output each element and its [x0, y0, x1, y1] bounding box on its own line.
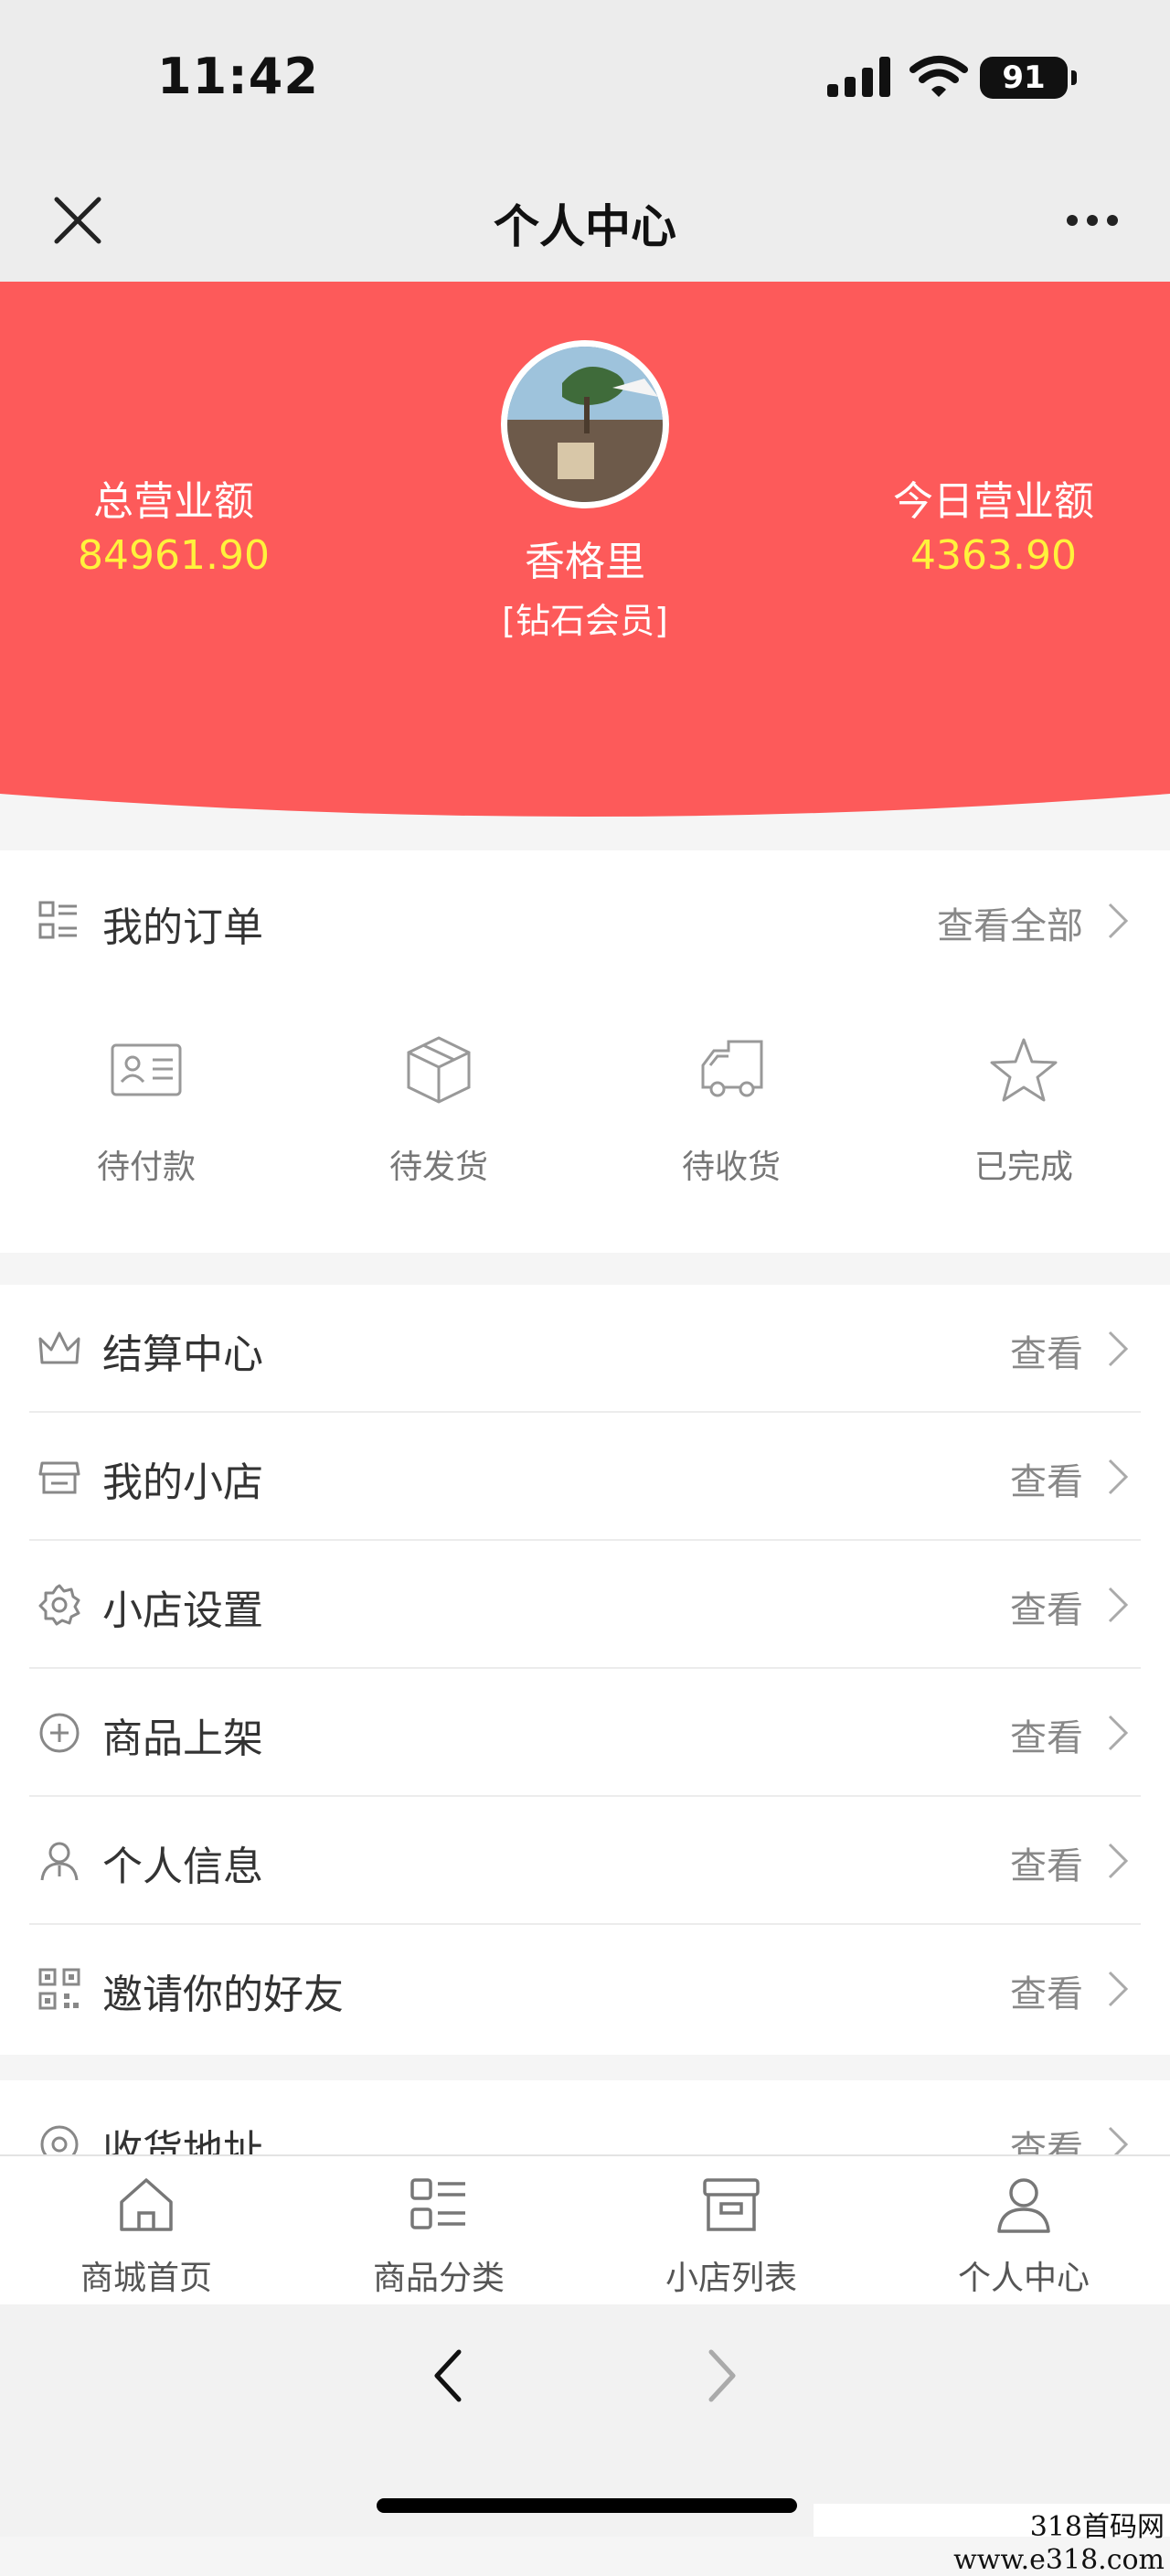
battery-indicator: 91: [980, 57, 1077, 99]
menu-label: 个人信息: [102, 1844, 263, 1890]
order-pending-shipment[interactable]: 待发货: [292, 1029, 585, 1188]
avatar-photo-icon: [507, 347, 663, 502]
menu-row-invite-friends[interactable]: 邀请你的好友 查看: [0, 1925, 1170, 2053]
total-revenue-value: 84961.90: [78, 532, 270, 579]
total-revenue-label: 总营业额: [93, 478, 254, 525]
menu-link[interactable]: 查看: [914, 1580, 1083, 1633]
orders-list-icon: [38, 901, 77, 939]
tab-label: 个人中心: [957, 2260, 1090, 2297]
menu-row-address[interactable]: 收货地址 查看: [0, 2080, 1170, 2154]
chevron-right-icon: [1108, 2126, 1129, 2154]
menu-row-store-settings[interactable]: 小店设置 查看: [0, 1541, 1170, 1669]
shop-list-icon: [703, 2178, 760, 2231]
forward-icon[interactable]: [704, 2348, 740, 2403]
today-revenue-value: 4363.90: [910, 532, 1077, 579]
home-indicator: [377, 2498, 797, 2513]
orders-view-all[interactable]: 查看全部: [823, 896, 1083, 949]
order-completed[interactable]: 已完成: [878, 1029, 1170, 1188]
wifi-icon: [909, 56, 968, 97]
order-pending-receipt[interactable]: 待收货: [585, 1029, 878, 1188]
tab-profile[interactable]: 个人中心: [878, 2173, 1170, 2299]
crown-icon: [38, 1331, 80, 1364]
chevron-right-icon: [1108, 1587, 1129, 1623]
orders-title: 我的订单: [102, 904, 263, 951]
watermark: 318首码网 www.e318.com: [814, 2504, 1170, 2576]
order-label: 待发货: [388, 1149, 488, 1186]
tab-label: 商品分类: [372, 2260, 505, 2297]
gear-icon: [38, 1584, 80, 1626]
plus-circle-icon: [39, 1713, 80, 1753]
tab-category[interactable]: 商品分类: [292, 2173, 585, 2299]
menu-label: 商品上架: [102, 1716, 263, 1762]
menu-label: 小店设置: [102, 1587, 263, 1634]
menu-label: 收货地址: [102, 2127, 263, 2154]
store-icon: [38, 1461, 80, 1494]
order-label: 待收货: [681, 1149, 781, 1186]
menu-label: 邀请你的好友: [102, 1972, 344, 2018]
chevron-right-icon: [1108, 1843, 1129, 1879]
chevron-right-icon: [1108, 1459, 1129, 1495]
tab-label: 小店列表: [665, 2260, 797, 2297]
status-time: 11:42: [157, 48, 319, 105]
user-icon: [40, 1842, 79, 1881]
chevron-right-icon: [1108, 1715, 1129, 1751]
truck-icon: [701, 1040, 763, 1097]
home-icon: [120, 2178, 173, 2231]
more-icon[interactable]: [1065, 206, 1120, 235]
chevron-right-icon: [1108, 903, 1129, 939]
menu-link[interactable]: 查看: [914, 1324, 1083, 1377]
menu-link[interactable]: 查看: [914, 1708, 1083, 1761]
location-icon: [40, 2125, 79, 2154]
menu-label: 我的小店: [102, 1459, 263, 1506]
qrcode-icon: [38, 1968, 80, 2010]
menu-label: 结算中心: [102, 1331, 263, 1378]
tab-store-list[interactable]: 小店列表: [585, 2173, 878, 2299]
order-label: 已完成: [973, 1149, 1073, 1186]
username: 香格里: [525, 539, 645, 585]
back-icon[interactable]: [430, 2348, 466, 2403]
tab-label: 商城首页: [80, 2260, 212, 2297]
menu-row-my-store[interactable]: 我的小店 查看: [0, 1413, 1170, 1541]
chevron-right-icon: [1108, 1331, 1129, 1367]
menu-row-personal-info[interactable]: 个人信息 查看: [0, 1797, 1170, 1925]
menu-row-settlement[interactable]: 结算中心 查看: [0, 1285, 1170, 1413]
chevron-right-icon: [1108, 1971, 1129, 2007]
order-label: 待付款: [96, 1149, 196, 1186]
member-level: [钻石会员]: [502, 601, 668, 641]
tab-home[interactable]: 商城首页: [0, 2173, 292, 2299]
order-pending-payment[interactable]: 待付款: [0, 1029, 292, 1188]
avatar[interactable]: [501, 340, 669, 508]
address-card: 收货地址 查看: [0, 2080, 1170, 2154]
menu-row-list-product[interactable]: 商品上架 查看: [0, 1669, 1170, 1797]
box-icon: [407, 1036, 471, 1104]
signal-icon: [827, 57, 890, 97]
menu-link[interactable]: 查看: [914, 1452, 1083, 1505]
menu-link[interactable]: 查看: [914, 1964, 1083, 2017]
today-revenue-label: 今日营业额: [893, 478, 1094, 525]
star-icon: [990, 1038, 1058, 1102]
payment-card-icon: [111, 1043, 182, 1096]
category-icon: [410, 2178, 465, 2229]
menu-link[interactable]: 查看: [914, 1836, 1083, 1889]
menu-link[interactable]: 查看: [914, 2120, 1083, 2154]
page-title: 个人中心: [494, 200, 676, 253]
user-icon: [997, 2178, 1050, 2233]
